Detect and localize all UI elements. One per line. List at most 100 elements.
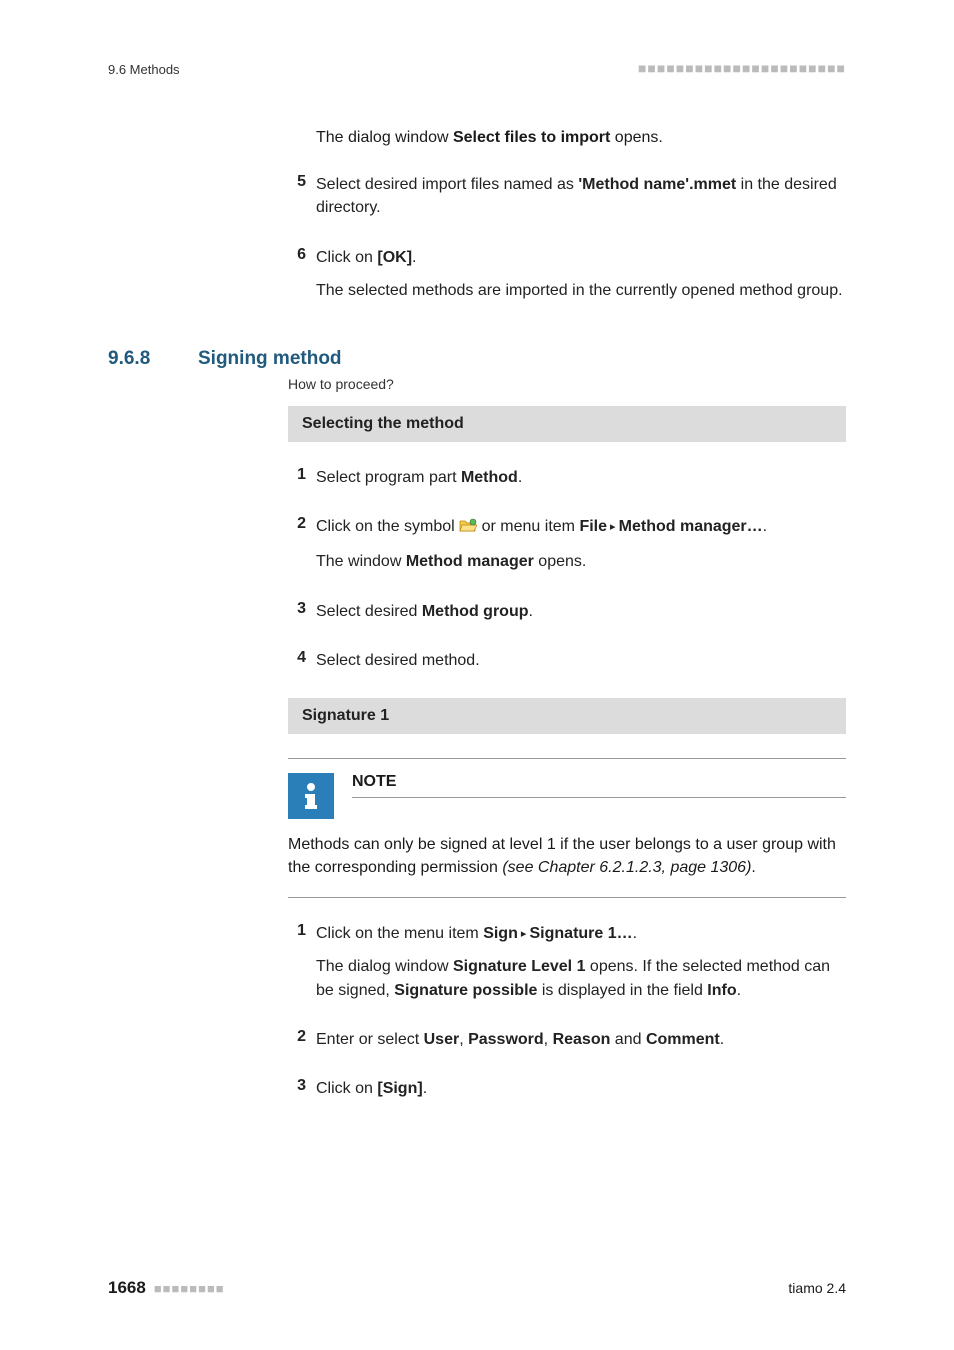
text-bold: Method [461,469,518,486]
text: . [412,249,416,266]
step-text: Select desired Method group. [316,600,533,633]
select-step-3: 3 Select desired Method group. [288,600,846,633]
note-body: Methods can only be signed at level 1 if… [288,819,846,897]
text-bold: Sign [483,925,518,942]
text-bold: Signature 1… [530,925,633,942]
text-italic: (see Chapter 6.2.1.2.3, page 1306) [502,859,751,876]
text: is displayed in the field [537,982,707,999]
text: Click on the symbol [316,518,459,535]
text-bold: Method group [422,603,529,620]
section-subintro: How to proceed? [288,376,846,392]
step-text: Click on [OK]. The selected methods are … [316,246,843,312]
text: , [459,1031,468,1048]
step-text: Enter or select User, Password, Reason a… [316,1028,724,1061]
section-title: Signing method [198,348,342,370]
text: Click on the menu item [316,925,483,942]
select-step-4: 4 Select desired method. [288,649,846,682]
step-text: Select desired import files named as 'Me… [316,173,846,229]
footer-right: tiamo 2.4 [788,1280,846,1296]
menu-arrow-icon: ▸ [607,521,619,533]
info-icon [288,773,334,819]
step-number: 2 [288,515,316,533]
select-step-2: 2 Click on the symbol or menu item File … [288,515,846,583]
note-header: NOTE [288,759,846,819]
step-text: Click on [Sign]. [316,1077,427,1110]
text: . [518,469,522,486]
text: and [610,1031,646,1048]
subheading-selecting: Selecting the method [288,406,846,442]
step-number: 3 [288,600,316,618]
sign-step-2: 2 Enter or select User, Password, Reason… [288,1028,846,1061]
footer-dots: ■■■■■■■■ [154,1281,225,1296]
text-bold: Signature Level 1 [453,958,586,975]
text: The window [316,553,406,570]
text-bold: Comment [646,1031,720,1048]
text: . [528,603,532,620]
step-text: Select program part Method. [316,466,522,499]
step-text: Click on the menu item Sign ▸ Signature … [316,922,846,1012]
step-number: 6 [288,246,316,264]
header-section-label: 9.6 Methods [108,62,180,77]
section-number: 9.6.8 [108,348,198,370]
text-bold: Info [707,982,736,999]
select-step-1: 1 Select program part Method. [288,466,846,499]
text-bold: Method manager [406,553,534,570]
header-decoration: ■■■■■■■■■■■■■■■■■■■■■■ [638,60,846,78]
text-bold: 'Method name'.mmet [578,176,736,193]
section-heading: 9.6.8 Signing method [108,348,846,370]
note-title-wrap: NOTE [352,759,846,798]
step-number: 3 [288,1077,316,1095]
text: Select desired import files named as [316,176,578,193]
step-number: 2 [288,1028,316,1046]
step-number: 1 [288,466,316,484]
text-bold: Signature possible [394,982,537,999]
text-bold: Password [468,1031,544,1048]
text-bold: [OK] [377,249,412,266]
text: , [544,1031,553,1048]
text-bold: Select files to import [453,129,610,146]
text-bold: Reason [553,1031,611,1048]
step-number: 5 [288,173,316,191]
text: or menu item [482,518,580,535]
footer-left: 1668 ■■■■■■■■ [108,1278,225,1298]
page-body: The dialog window Select files to import… [0,86,954,1110]
text: opens. [610,129,662,146]
text: . [633,925,637,942]
subheading-signature: Signature 1 [288,698,846,734]
text: Click on [316,1080,377,1097]
step-text: Select desired method. [316,649,480,682]
text: The dialog window [316,958,453,975]
intro-text: The dialog window Select files to import… [316,126,846,149]
text: Select program part [316,469,461,486]
sign-step-1: 1 Click on the menu item Sign ▸ Signatur… [288,922,846,1012]
text: opens. [534,553,586,570]
sign-step-3: 3 Click on [Sign]. [288,1077,846,1110]
text: Select desired method. [316,649,480,672]
text-bold: Method manager… [619,518,763,535]
text: . [720,1031,724,1048]
text: The selected methods are imported in the… [316,279,843,302]
text: . [763,518,767,535]
text: Click on [316,249,377,266]
text: Select desired [316,603,422,620]
page-header: 9.6 Methods ■■■■■■■■■■■■■■■■■■■■■■ [0,60,954,86]
step-number: 1 [288,922,316,940]
text: . [751,859,755,876]
page-number: 1668 [108,1278,146,1297]
text: . [423,1080,427,1097]
note-box: NOTE Methods can only be signed at level… [288,758,846,898]
text-bold: User [424,1031,460,1048]
step-5: 5 Select desired import files named as '… [288,173,846,229]
menu-arrow-icon: ▸ [518,928,530,940]
text: The dialog window [316,129,453,146]
step-6: 6 Click on [OK]. The selected methods ar… [288,246,846,312]
text: Enter or select [316,1031,424,1048]
step-number: 4 [288,649,316,667]
note-title: NOTE [352,759,846,798]
text: . [737,982,741,999]
text-bold: File [579,518,607,535]
step-text: Click on the symbol or menu item File ▸ … [316,515,767,583]
text-bold: [Sign] [377,1080,422,1097]
page-footer: 1668 ■■■■■■■■ tiamo 2.4 [108,1278,846,1298]
header-dots: ■■■■■■■■■■■■■■■■■■■■■■ [638,60,846,76]
